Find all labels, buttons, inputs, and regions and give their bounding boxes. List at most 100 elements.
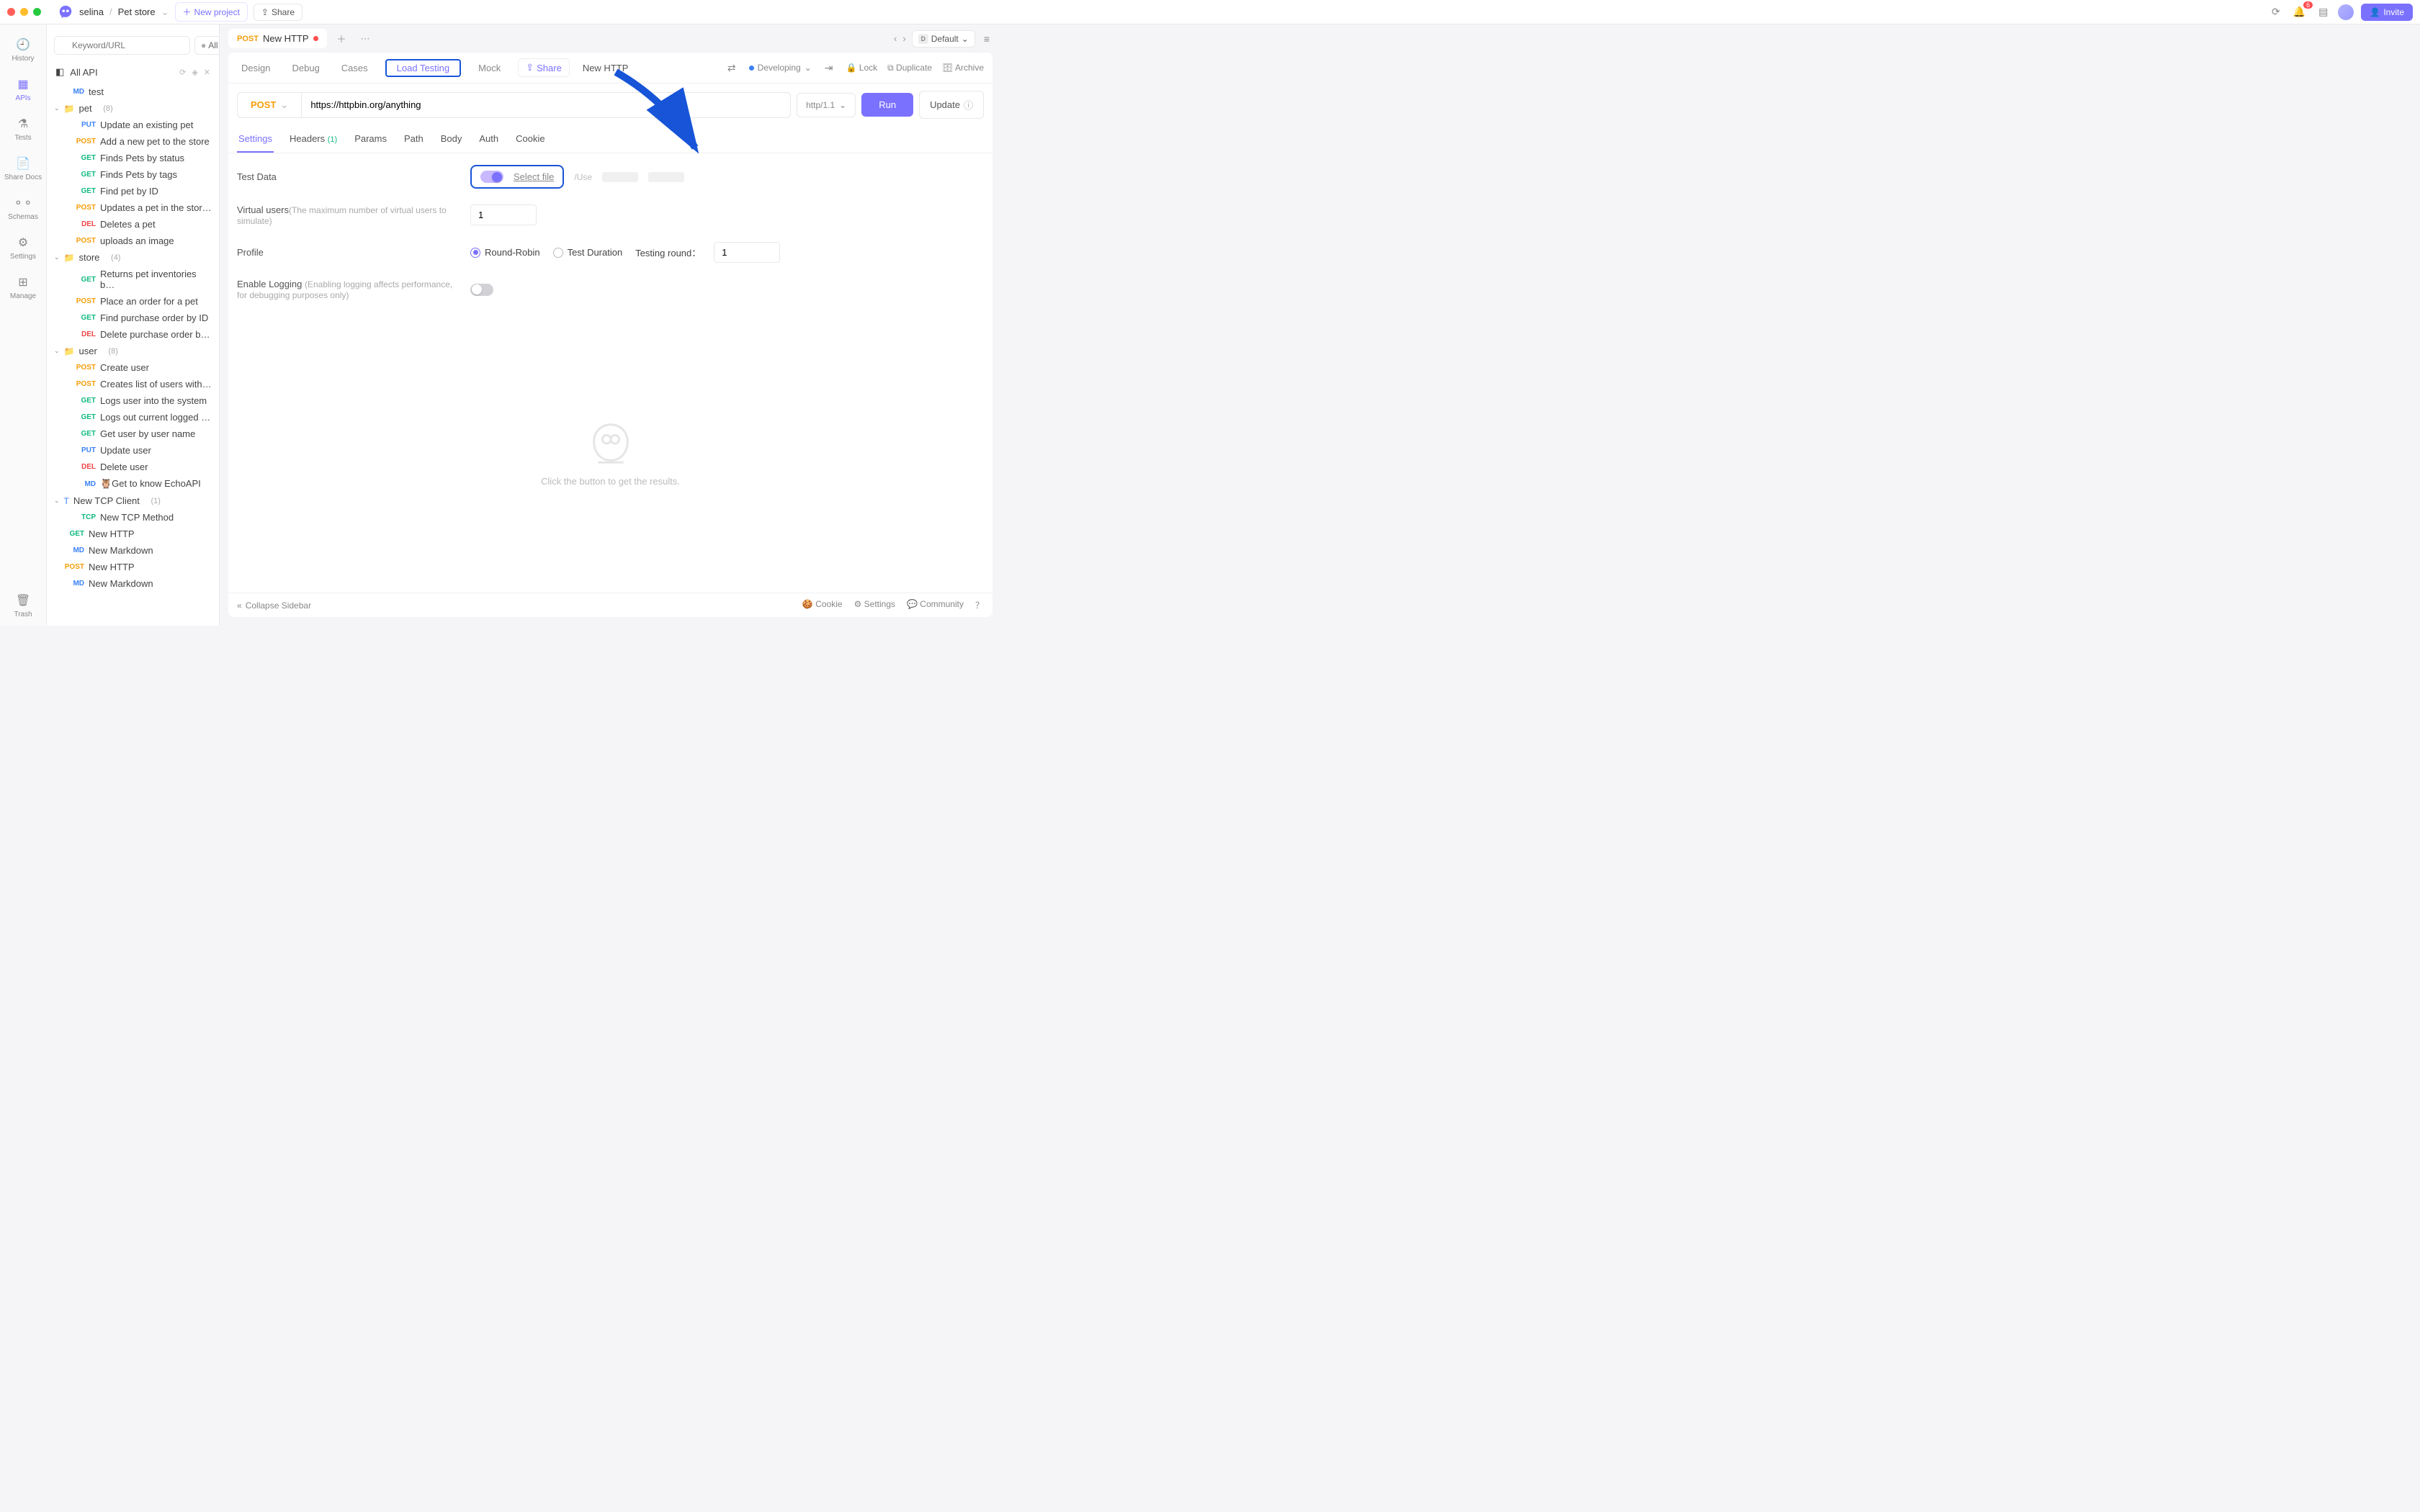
zoom-window[interactable]	[33, 8, 41, 16]
nav-share-docs[interactable]: 📄Share Docs	[0, 149, 46, 189]
tree-item[interactable]: GETFind purchase order by ID	[47, 310, 219, 326]
tree-item[interactable]: GETFinds Pets by tags	[47, 166, 219, 183]
tree-item[interactable]: POSTuploads an image	[47, 233, 219, 249]
project-name[interactable]: Pet store	[118, 6, 156, 17]
share-button[interactable]: ⇪Share	[254, 4, 302, 21]
reqtab-cookie[interactable]: Cookie	[514, 126, 546, 153]
close-window[interactable]	[7, 8, 15, 16]
reqtab-settings[interactable]: Settings	[237, 126, 274, 153]
tab-more-button[interactable]: ⋯	[357, 33, 375, 45]
document-tab[interactable]: POST New HTTP	[228, 29, 327, 48]
subtab-share[interactable]: ⇪Share	[518, 58, 570, 77]
environment-selector[interactable]: D Default ⌄	[912, 30, 975, 48]
nav-apis[interactable]: ▦APIs	[0, 70, 46, 109]
subtab-debug[interactable]: Debug	[287, 60, 323, 76]
nav-manage[interactable]: ⊞Manage	[0, 268, 46, 307]
update-button[interactable]: Updateⓘ	[919, 91, 984, 119]
testing-round-input[interactable]	[714, 242, 780, 263]
tree-item[interactable]: DELDelete user	[47, 459, 219, 475]
footer-settings[interactable]: ⚙ Settings	[854, 599, 895, 611]
tree-item[interactable]: GETGet user by user name	[47, 426, 219, 442]
close-icon[interactable]: ✕	[204, 68, 210, 77]
indent-icon[interactable]: ⇥	[822, 60, 836, 76]
tree-item[interactable]: GETReturns pet inventories b…	[47, 266, 219, 293]
minimize-window[interactable]	[20, 8, 28, 16]
status-dropdown[interactable]: Developing⌄	[749, 63, 812, 73]
tree-item[interactable]: GETNew HTTP	[47, 526, 219, 542]
footer-community[interactable]: 💬 Community	[907, 599, 964, 611]
new-project-button[interactable]: ＋New project	[175, 2, 248, 22]
tab-prev[interactable]: ‹	[894, 33, 897, 44]
notes-icon[interactable]: ▤	[2316, 4, 2331, 19]
subtab-load-testing[interactable]: Load Testing	[385, 59, 462, 77]
tree-folder[interactable]: ⌄📁store (4)	[47, 249, 219, 266]
footer-cookie[interactable]: 🍪 Cookie	[802, 599, 843, 611]
reqtab-auth[interactable]: Auth	[478, 126, 500, 153]
radio-test-duration[interactable]: Test Duration	[553, 247, 623, 258]
url-input[interactable]	[302, 92, 791, 118]
tree-folder[interactable]: ⌄📁pet (8)	[47, 100, 219, 117]
search-input[interactable]	[54, 36, 190, 55]
tree-item[interactable]: MDNew Markdown	[47, 542, 219, 559]
footer-help-icon[interactable]: ？	[975, 599, 984, 611]
tree-item[interactable]: DELDelete purchase order b…	[47, 326, 219, 343]
reqtab-body[interactable]: Body	[439, 126, 464, 153]
add-tab-button[interactable]: ＋	[333, 32, 351, 45]
tree-all-api[interactable]: ◧ All API ⟳◈✕	[47, 60, 219, 84]
tree-item[interactable]: POSTPlace an order for a pet	[47, 293, 219, 310]
tree-item[interactable]: MD test	[47, 84, 219, 100]
nav-history[interactable]: 🕘History	[0, 30, 46, 70]
tree-item[interactable]: POSTAdd a new pet to the store	[47, 133, 219, 150]
tree-item[interactable]: GETLogs user into the system	[47, 392, 219, 409]
tree-item[interactable]: MDNew Markdown	[47, 575, 219, 592]
archive-button[interactable]: 🗄 Archive	[942, 63, 984, 73]
tree-item[interactable]: POSTCreates list of users with…	[47, 376, 219, 392]
tree-item[interactable]: POSTUpdates a pet in the stor…	[47, 199, 219, 216]
format-icon[interactable]: ⇄	[725, 60, 739, 76]
duplicate-button[interactable]: ⧉ Duplicate	[887, 63, 932, 73]
tree-item[interactable]: POSTCreate user	[47, 359, 219, 376]
reqtab-headers[interactable]: Headers (1)	[288, 126, 339, 153]
select-file-link[interactable]: Select file	[514, 171, 554, 182]
reqtab-params[interactable]: Params	[353, 126, 388, 153]
workspace-name[interactable]: selina	[79, 6, 104, 17]
nav-settings[interactable]: ⚙Settings	[0, 228, 46, 268]
sort-icon[interactable]: ◈	[192, 68, 197, 77]
subtab-design[interactable]: Design	[237, 60, 274, 76]
tree-item[interactable]: MD🦉Get to know EchoAPI	[47, 475, 219, 492]
logging-toggle[interactable]	[470, 284, 493, 296]
virtual-users-input[interactable]	[470, 204, 537, 225]
tree-folder[interactable]: ⌄📁user (8)	[47, 343, 219, 359]
tree-item[interactable]: GETFind pet by ID	[47, 183, 219, 199]
collapse-sidebar-button[interactable]: «Collapse Sidebar	[237, 600, 311, 611]
test-data-toggle[interactable]	[480, 171, 503, 183]
tab-menu-icon[interactable]: ≡	[981, 32, 992, 46]
tree-item[interactable]: GETFinds Pets by status	[47, 150, 219, 166]
tree-item[interactable]: PUTUpdate an existing pet	[47, 117, 219, 133]
nav-tests[interactable]: ⚗Tests	[0, 109, 46, 149]
notifications-button[interactable]: 🔔 6	[2290, 4, 2308, 19]
tree-item[interactable]: TCPNew TCP Method	[47, 509, 219, 526]
protocol-dropdown[interactable]: http/1.1⌄	[797, 93, 856, 117]
tree-item[interactable]: PUTUpdate user	[47, 442, 219, 459]
tab-next[interactable]: ›	[902, 33, 905, 44]
filter-dropdown[interactable]: ●All⌄	[194, 36, 220, 55]
tree-item[interactable]: GETLogs out current logged …	[47, 409, 219, 426]
nav-trash[interactable]: 🗑Trash	[0, 586, 46, 626]
tree-item[interactable]: DELDeletes a pet	[47, 216, 219, 233]
run-button[interactable]: Run	[861, 93, 913, 117]
subtab-cases[interactable]: Cases	[337, 60, 372, 76]
tree-folder[interactable]: ⌄TNew TCP Client (1)	[47, 492, 219, 509]
radio-round-robin[interactable]: Round-Robin	[470, 247, 540, 258]
lock-button[interactable]: 🔒 Lock	[846, 63, 878, 73]
sync-icon[interactable]: ⟳	[2269, 4, 2283, 19]
tree-item[interactable]: POSTNew HTTP	[47, 559, 219, 575]
reqtab-path[interactable]: Path	[403, 126, 425, 153]
nav-schemas[interactable]: ⚬⚬Schemas	[0, 189, 46, 228]
refresh-icon[interactable]: ⟳	[179, 68, 186, 77]
chevron-down-icon[interactable]: ⌄	[161, 6, 169, 18]
method-dropdown[interactable]: POST⌄	[237, 92, 302, 118]
subtab-mock[interactable]: Mock	[474, 60, 505, 76]
avatar[interactable]	[2338, 4, 2354, 20]
invite-button[interactable]: 👤Invite	[2361, 4, 2413, 21]
